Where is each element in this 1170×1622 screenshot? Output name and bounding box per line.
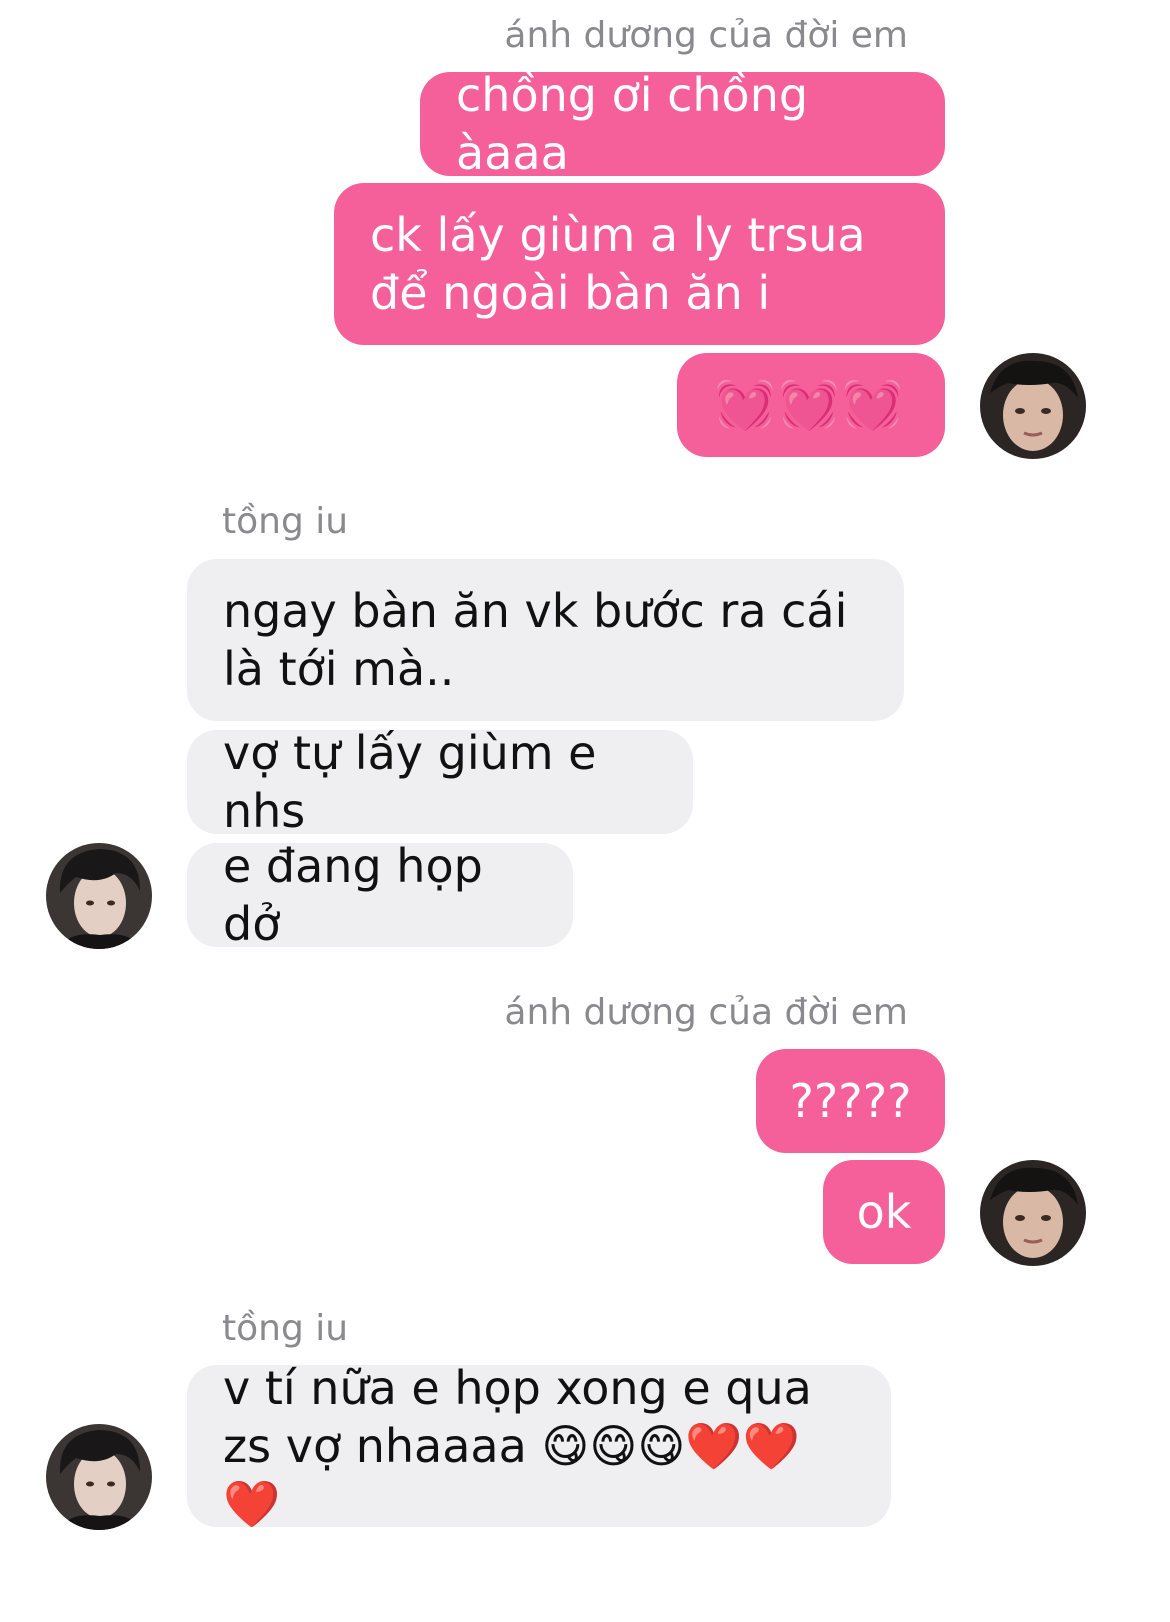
avatar-other[interactable] (46, 843, 152, 949)
message-text: ok (856, 1185, 912, 1239)
message-bubble-incoming[interactable]: v tí nữa e họp xong e qua zs vợ nhaaaa 😋… (187, 1365, 891, 1527)
avatar-self[interactable] (980, 353, 1086, 459)
message-text: ck lấy giùm a ly trsua để ngoài bàn ăn i (370, 208, 866, 320)
avatar-self-photo-icon (980, 353, 1086, 459)
sender-label-other: tồng iu (222, 501, 349, 542)
message-bubble-incoming[interactable]: vợ tự lấy giùm e nhs (187, 730, 693, 834)
message-text: 💓💓💓 (715, 377, 907, 433)
sender-label-self: ánh dương của đời em (504, 15, 908, 56)
message-bubble-outgoing[interactable]: ok (823, 1160, 945, 1264)
message-text: e đang họp dở (223, 843, 483, 947)
avatar-other-photo-icon (46, 1424, 152, 1530)
message-text: ????? (789, 1074, 912, 1128)
message-text: ngay bàn ăn vk bước ra cái là tới mà.. (223, 584, 848, 696)
avatar-self[interactable] (980, 1160, 1086, 1266)
message-text: v tí nữa e họp xong e qua zs vợ nhaaaa 😋… (223, 1365, 812, 1527)
message-text: vợ tự lấy giùm e nhs (223, 730, 597, 834)
message-bubble-outgoing[interactable]: ck lấy giùm a ly trsua để ngoài bàn ăn i (334, 183, 945, 345)
avatar-self-photo-icon (980, 1160, 1086, 1266)
avatar-other-photo-icon (46, 843, 152, 949)
message-bubble-incoming[interactable]: e đang họp dở (187, 843, 573, 947)
message-bubble-outgoing[interactable]: 💓💓💓 (677, 353, 945, 457)
avatar-other[interactable] (46, 1424, 152, 1530)
message-bubble-outgoing[interactable]: ????? (756, 1049, 945, 1153)
message-bubble-incoming[interactable]: ngay bàn ăn vk bước ra cái là tới mà.. (187, 559, 904, 721)
message-text: chồng ơi chồng àaaa (456, 72, 809, 176)
message-bubble-outgoing[interactable]: chồng ơi chồng àaaa (420, 72, 945, 176)
sender-label-other: tồng iu (222, 1308, 349, 1349)
sender-label-self: ánh dương của đời em (504, 992, 908, 1033)
